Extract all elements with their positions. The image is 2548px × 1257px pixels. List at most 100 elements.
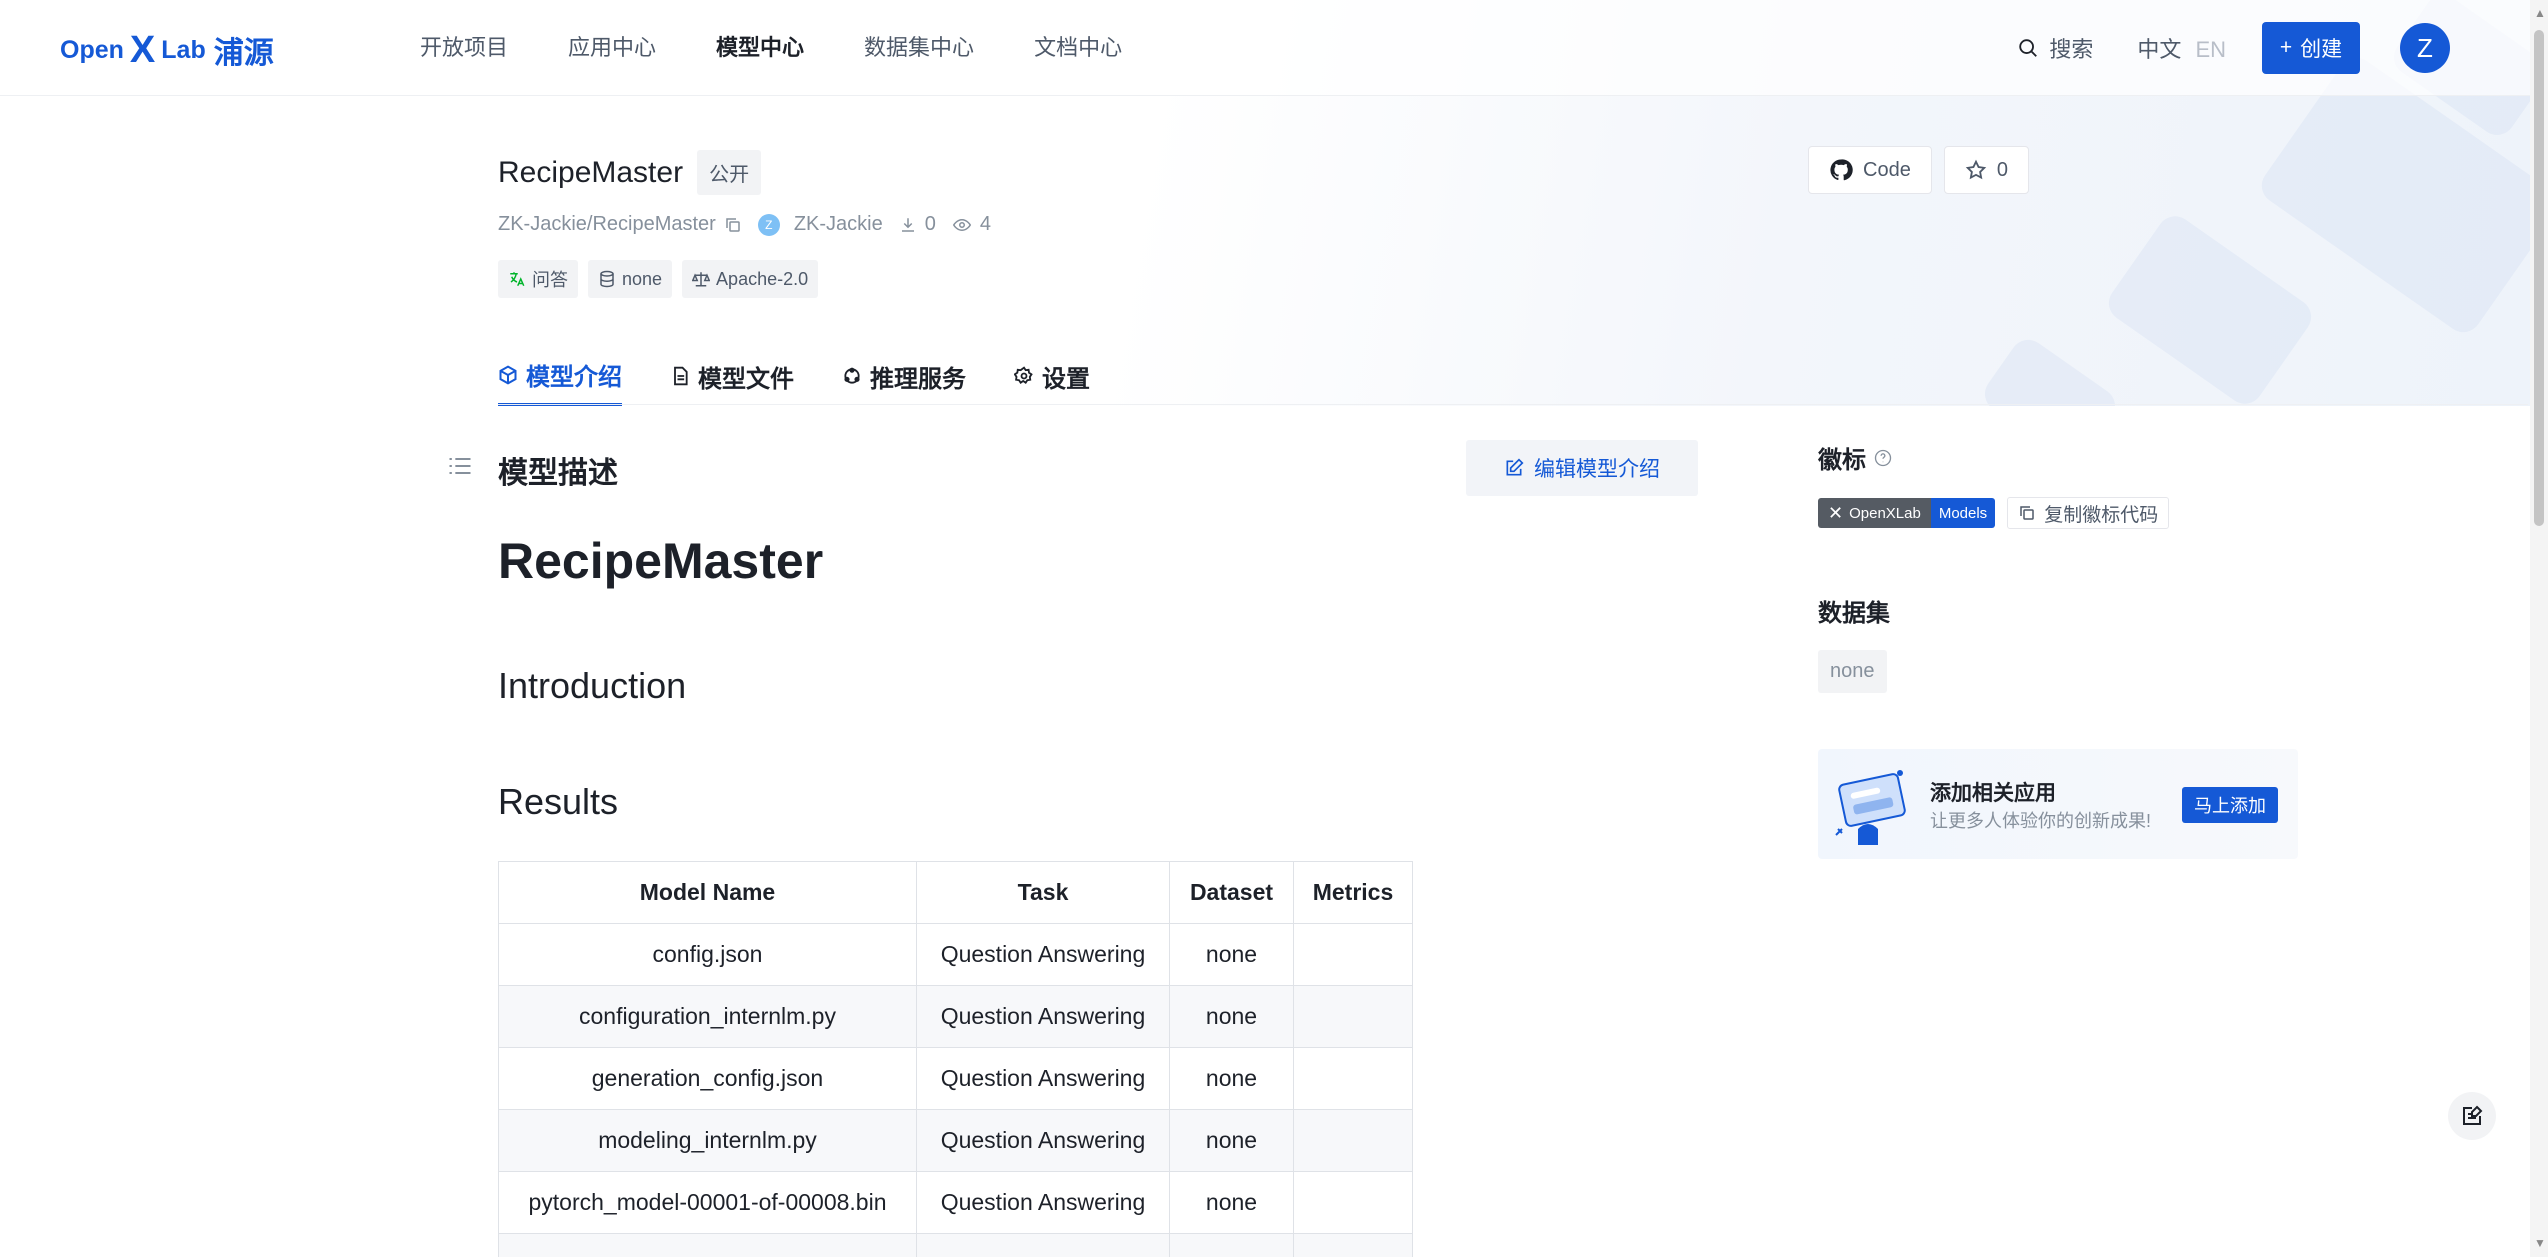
tab-settings[interactable]: 设置 (1014, 346, 1090, 406)
repo-owner[interactable]: Z ZK-Jackie (757, 213, 883, 236)
copy-badge-code-button[interactable]: 复制徽标代码 (2007, 497, 2170, 529)
scrollbar-thumb[interactable] (2534, 30, 2544, 526)
table-cell: config.json (498, 923, 917, 986)
table-cell: configuration_internlm.py (498, 985, 917, 1048)
openxlab-models-badge[interactable]: ✕ OpenXLab Models (1818, 498, 1996, 528)
help-icon[interactable] (1874, 449, 1892, 467)
eye-icon (952, 218, 971, 231)
repo-tags: 问答 none Apache-2.0 (498, 260, 991, 298)
table-cell: modeling_internlm.py (498, 1109, 917, 1172)
owner-avatar: Z (757, 213, 780, 236)
download-count: 0 (899, 213, 936, 236)
code-button[interactable]: Code (1808, 146, 1932, 194)
table-cell: none (1169, 1047, 1294, 1110)
star-button[interactable]: 0 (1943, 146, 2029, 194)
file-icon (674, 366, 688, 386)
tab-model-files[interactable]: 模型文件 (670, 346, 794, 406)
user-avatar[interactable]: Z (2400, 23, 2450, 73)
main-nav: 开放项目 应用中心 模型中心 数据集中心 文档中心 (420, 30, 1122, 66)
repo-header: RecipeMaster 公开 ZK-Jackie/RecipeMaster Z… (498, 150, 991, 298)
column-header: Model Name (498, 861, 917, 924)
scale-icon (692, 272, 711, 287)
tab-model-intro[interactable]: 模型介绍 (498, 346, 622, 406)
view-count: 4 (952, 213, 991, 236)
gear-icon (1014, 366, 1033, 384)
column-header: Metrics (1293, 861, 1413, 924)
table-cell: none (1169, 1109, 1294, 1172)
table-cell (1293, 1109, 1413, 1172)
table-cell (916, 1233, 1170, 1257)
results-table: Model Name Task Dataset Metrics config.j… (498, 861, 1413, 1257)
top-header: Open X Lab 浦源 开放项目 应用中心 模型中心 数据集中心 文档中心 … (0, 0, 2530, 96)
table-row: config.json Question Answering none (498, 923, 1413, 986)
nav-item-apps[interactable]: 应用中心 (568, 30, 656, 66)
table-of-contents-icon[interactable] (446, 452, 474, 480)
create-button[interactable]: + 创建 (2262, 22, 2360, 74)
star-icon (1965, 159, 1987, 180)
dataset-tag[interactable]: none (1818, 650, 1887, 693)
plus-icon: + (2279, 36, 2293, 59)
add-now-button[interactable]: 马上添加 (2182, 787, 2278, 823)
cube-icon (499, 365, 517, 384)
table-cell: pytorch_model-00001-of-00008.bin (498, 1171, 917, 1234)
copy-icon (2020, 506, 2034, 520)
repo-path: ZK-Jackie/RecipeMaster (498, 213, 716, 235)
edit-icon (1506, 458, 1524, 476)
tag-license[interactable]: Apache-2.0 (682, 260, 819, 298)
scroll-down-arrow-icon[interactable]: ▼ (2534, 1236, 2546, 1250)
table-cell (1293, 1047, 1413, 1110)
language-switch: 中文 EN (2137, 32, 2226, 64)
feedback-button[interactable] (2448, 1092, 2496, 1140)
service-icon (844, 367, 860, 384)
nav-item-projects[interactable]: 开放项目 (420, 30, 508, 66)
translate-icon (510, 272, 525, 287)
openxlab-x-icon: ✕ (1828, 502, 1844, 523)
nav-item-docs[interactable]: 文档中心 (1034, 30, 1122, 66)
table-row (498, 1233, 1413, 1257)
table-row: pytorch_model-00001-of-00008.bin Questio… (498, 1171, 1413, 1234)
table-cell (1293, 985, 1413, 1048)
table-header-row: Model Name Task Dataset Metrics (498, 861, 1413, 924)
visibility-badge: 公开 (697, 150, 762, 195)
badge-section-title: 徽标 (1818, 440, 2298, 475)
openxlab-logo[interactable]: Open X Lab 浦源 (60, 30, 274, 70)
page-scrollbar[interactable]: ▲ ▼ (2530, 0, 2548, 1257)
nav-item-models[interactable]: 模型中心 (716, 30, 804, 66)
column-header: Task (916, 861, 1170, 924)
tab-inference-service[interactable]: 推理服务 (842, 346, 966, 406)
scroll-up-arrow-icon[interactable]: ▲ (2534, 6, 2546, 20)
table-cell (1293, 1171, 1413, 1234)
sidebar: 徽标 ✕ OpenXLab Models 复制徽标代码 数据集 none 添加相… (1818, 440, 2298, 859)
repo-actions: Code 0 (1808, 146, 2029, 194)
lang-en[interactable]: EN (2195, 37, 2226, 62)
edit-model-intro-button[interactable]: 编辑模型介绍 (1466, 440, 1698, 496)
table-cell: Question Answering (916, 923, 1170, 986)
add-related-app-card: 添加相关应用 让更多人体验你的创新成果! 马上添加 (1818, 749, 2298, 859)
header-actions: 搜索 中文 EN + 创建 Z (2017, 22, 2450, 74)
tag-dataset[interactable]: none (588, 260, 673, 298)
table-cell (1293, 1233, 1413, 1257)
table-row: generation_config.json Question Answerin… (498, 1047, 1413, 1110)
repo-meta: ZK-Jackie/RecipeMaster Z ZK-Jackie 0 4 (498, 213, 991, 236)
readme-heading: RecipeMaster (498, 533, 824, 589)
app-card-illustration-icon (1835, 770, 1906, 845)
repo-title: RecipeMaster (498, 155, 684, 189)
search-button[interactable]: 搜索 (2017, 32, 2093, 64)
table-cell (1293, 923, 1413, 986)
readme-results-heading: Results (498, 781, 619, 822)
table-row: configuration_internlm.py Question Answe… (498, 985, 1413, 1048)
column-header: Dataset (1169, 861, 1294, 924)
table-cell: none (1169, 985, 1294, 1048)
tag-task[interactable]: 问答 (498, 260, 578, 298)
table-cell: none (1169, 923, 1294, 986)
promo-title: 添加相关应用 (1930, 782, 2056, 805)
github-icon (1830, 159, 1853, 181)
model-tabs: 模型介绍 模型文件 推理服务 设置 (498, 346, 1090, 406)
search-icon (2019, 39, 2038, 57)
table-cell: Question Answering (916, 1171, 1170, 1234)
nav-item-datasets[interactable]: 数据集中心 (864, 30, 974, 66)
copy-icon[interactable] (724, 216, 742, 234)
lang-zh[interactable]: 中文 (2137, 37, 2181, 62)
table-cell: Question Answering (916, 985, 1170, 1048)
table-cell: none (1169, 1171, 1294, 1234)
